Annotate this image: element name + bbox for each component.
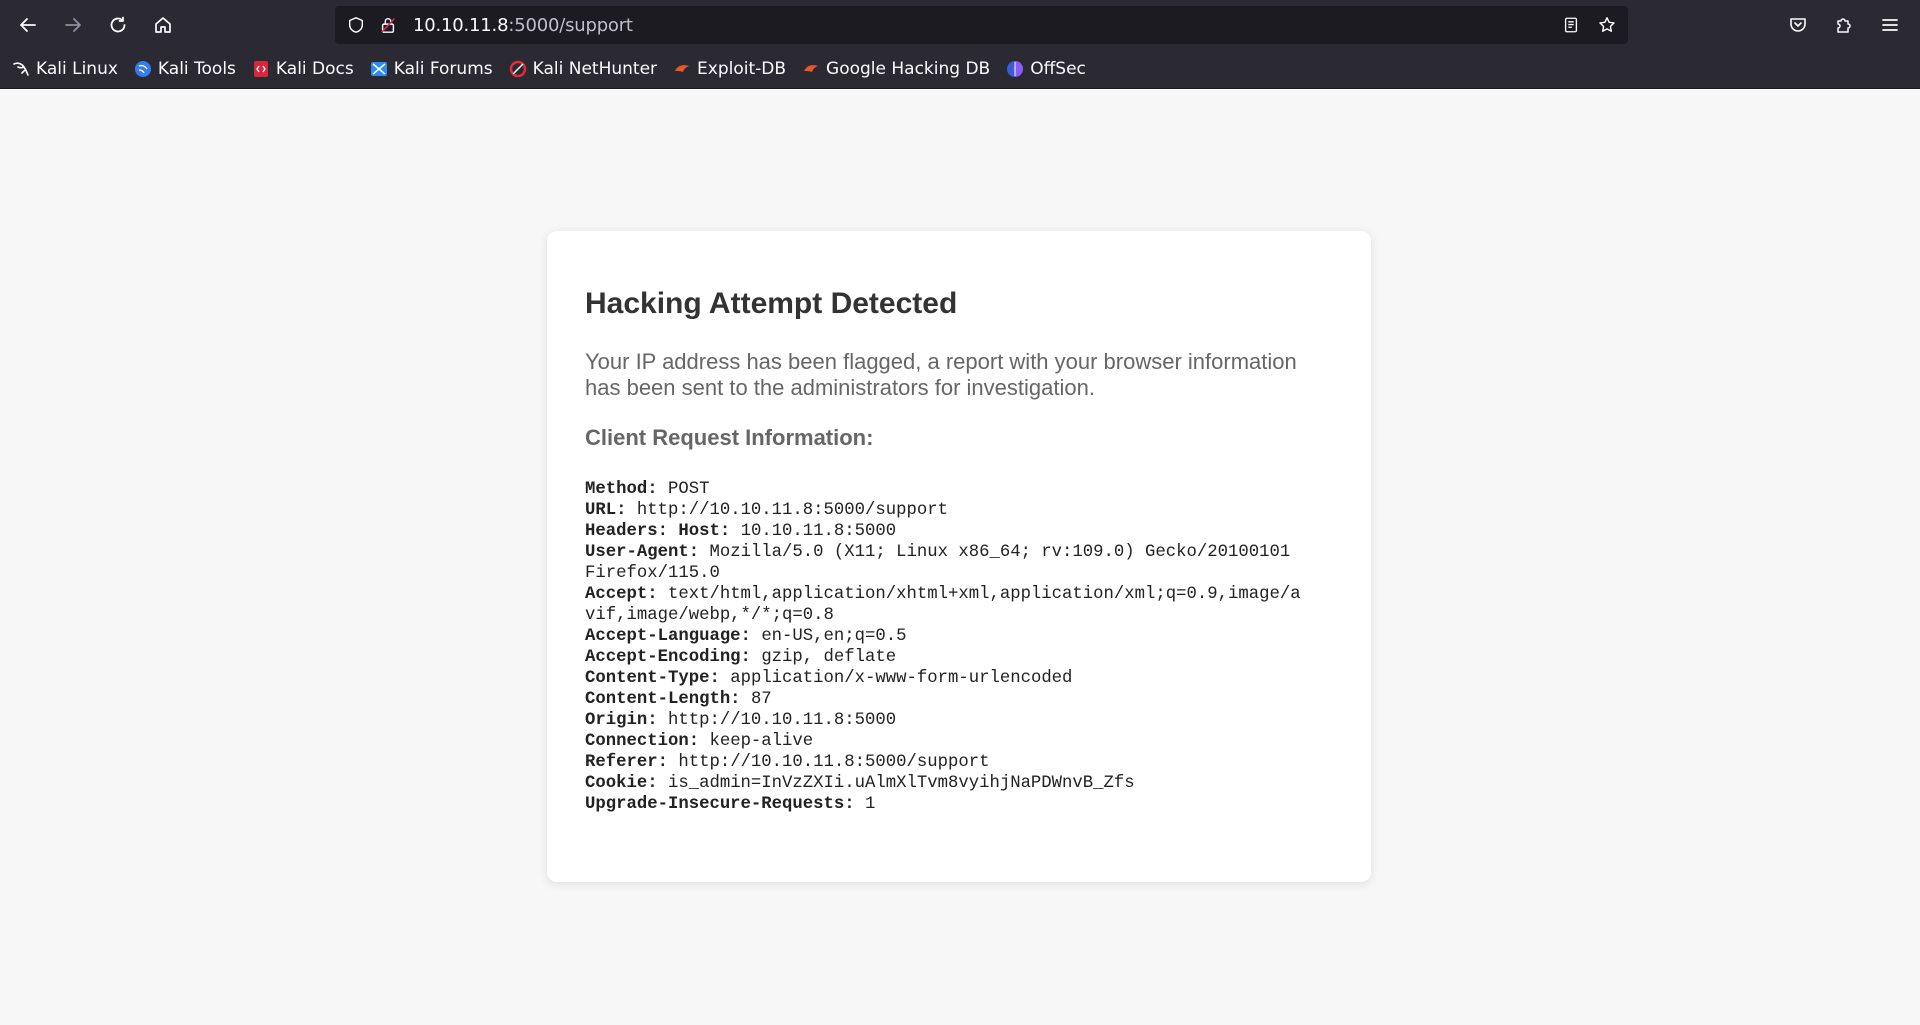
url-value: http://10.10.11.8:5000/support <box>636 501 948 520</box>
bookmark-label: OffSec <box>1030 59 1086 79</box>
header-value: application/x-www-form-urlencoded <box>730 669 1073 688</box>
header-value: is_admin=InVzZXIi.uAlmXlTvm8vyihjNaPDWnv… <box>667 774 1135 793</box>
bookmarks-toolbar: Kali Linux Kali Tools Kali Docs Kali For… <box>0 50 1920 89</box>
method-value: POST <box>667 480 710 499</box>
reader-view-icon[interactable] <box>1560 14 1582 36</box>
bookmark-label: Kali Linux <box>36 59 118 79</box>
header-key: Host: <box>678 522 731 541</box>
bookmark-kali-forums[interactable]: Kali Forums <box>370 59 493 79</box>
bookmark-exploit-db[interactable]: Exploit-DB <box>673 59 786 79</box>
header-value: http://10.10.11.8:5000 <box>667 711 897 730</box>
header-key: Origin: <box>585 711 658 730</box>
page-title: Hacking Attempt Detected <box>585 287 958 320</box>
arrow-right-icon <box>65 18 81 32</box>
app-menu-button[interactable] <box>1870 5 1910 45</box>
bookmark-kali-linux[interactable]: Kali Linux <box>12 59 118 79</box>
header-line-connection: Connection: keep-alive <box>585 731 1305 752</box>
bookmark-google-hacking-db[interactable]: Google Hacking DB <box>802 59 990 79</box>
header-line-referer: Referer: http://10.10.11.8:5000/support <box>585 752 1305 773</box>
home-button[interactable] <box>143 5 183 45</box>
header-value: text/html,application/xhtml+xml,applicat… <box>585 585 1301 625</box>
tracking-protection-shield-icon[interactable] <box>345 14 367 36</box>
reload-icon <box>110 16 126 33</box>
header-line-cookie: Cookie: is_admin=InVzZXIi.uAlmXlTvm8vyih… <box>585 773 1305 794</box>
header-key: User-Agent: <box>585 543 700 562</box>
section-title: Client Request Information: <box>585 425 874 450</box>
headers-label: Headers: <box>585 522 668 541</box>
header-value: http://10.10.11.8:5000/support <box>678 753 990 772</box>
header-line-accept: Accept: text/html,application/xhtml+xml,… <box>585 584 1305 626</box>
extensions-button[interactable] <box>1824 5 1864 45</box>
header-line-user-agent: User-Agent: Mozilla/5.0 (X11; Linux x86_… <box>585 542 1305 584</box>
header-key: Cookie: <box>585 774 658 793</box>
kali-docs-icon <box>252 60 270 78</box>
request-method-line: Method: POST <box>585 479 1305 500</box>
url-label: URL: <box>585 501 627 520</box>
bookmark-label: Kali NetHunter <box>532 59 658 79</box>
header-value: 87 <box>750 690 772 709</box>
bookmark-kali-docs[interactable]: Kali Docs <box>252 59 354 79</box>
header-line-content-length: Content-Length: 87 <box>585 689 1305 710</box>
url-host: 10.10.11.8 <box>413 14 509 36</box>
header-key: Content-Length: <box>585 690 741 709</box>
bookmark-label: Exploit-DB <box>697 59 787 79</box>
bookmark-kali-nethunter[interactable]: Kali NetHunter <box>509 59 657 79</box>
request-url-line: URL: http://10.10.11.8:5000/support <box>585 500 1305 521</box>
header-key: Accept-Language: <box>585 627 751 646</box>
kali-forums-icon <box>370 60 388 78</box>
arrow-left-icon <box>20 18 36 32</box>
url-path: :5000/support <box>508 14 633 36</box>
puzzle-piece-icon <box>1837 18 1851 33</box>
reload-button[interactable] <box>98 5 138 45</box>
pocket-button[interactable] <box>1778 5 1818 45</box>
method-label: Method: <box>585 480 658 499</box>
bookmark-kali-tools[interactable]: Kali Tools <box>134 59 236 79</box>
exploit-db-icon <box>673 60 691 78</box>
bookmark-label: Kali Docs <box>275 59 354 79</box>
back-button[interactable] <box>8 5 48 45</box>
header-value: keep-alive <box>709 732 814 751</box>
url-bar[interactable]: 10.10.11.8:5000/support <box>335 6 1628 44</box>
hamburger-menu-icon <box>1882 19 1898 31</box>
header-key: Accept: <box>585 585 658 604</box>
header-key: Content-Type: <box>585 669 720 688</box>
kali-tools-icon <box>134 60 152 78</box>
header-line-accept-language: Accept-Language: en-US,en;q=0.5 <box>585 626 1305 647</box>
bookmark-star-icon[interactable] <box>1596 14 1618 36</box>
bookmark-label: Kali Forums <box>393 59 493 79</box>
browser-toolbar: 10.10.11.8:5000/support <box>0 0 1920 50</box>
kali-nethunter-icon <box>509 60 527 78</box>
home-icon <box>155 17 171 33</box>
header-line-upgrade-insecure-requests: Upgrade-Insecure-Requests: 1 <box>585 794 1305 815</box>
bookmark-label: Kali Tools <box>157 59 236 79</box>
forward-button[interactable] <box>53 5 93 45</box>
header-value: en-US,en;q=0.5 <box>761 627 907 646</box>
header-line-origin: Origin: http://10.10.11.8:5000 <box>585 710 1305 731</box>
header-value: 1 <box>865 795 876 814</box>
header-line-accept-encoding: Accept-Encoding: gzip, deflate <box>585 647 1305 668</box>
url-text[interactable]: 10.10.11.8:5000/support <box>413 15 633 36</box>
header-line-content-type: Content-Type: application/x-www-form-url… <box>585 668 1305 689</box>
warning-message: Your IP address has been flagged, a repo… <box>585 349 1297 400</box>
bookmark-label: Google Hacking DB <box>826 59 991 79</box>
bookmark-offsec[interactable]: OffSec <box>1006 59 1086 79</box>
header-key: Connection: <box>585 732 700 751</box>
header-line-host: Headers: Host: 10.10.11.8:5000 <box>585 521 1305 542</box>
google-hacking-db-icon <box>802 60 820 78</box>
request-info: Method: POST URL: http://10.10.11.8:5000/… <box>585 479 1305 815</box>
kali-dragon-icon <box>12 60 30 78</box>
header-key: Referer: <box>585 753 668 772</box>
offsec-icon <box>1006 60 1024 78</box>
header-key: Accept-Encoding: <box>585 648 751 667</box>
insecure-lock-icon[interactable] <box>377 14 399 36</box>
header-key: Upgrade-Insecure-Requests: <box>585 795 855 814</box>
pocket-icon <box>1790 18 1806 32</box>
alert-card: Hacking Attempt Detected Your IP address… <box>547 231 1371 882</box>
header-value: 10.10.11.8:5000 <box>740 522 897 541</box>
header-value: gzip, deflate <box>761 648 897 667</box>
